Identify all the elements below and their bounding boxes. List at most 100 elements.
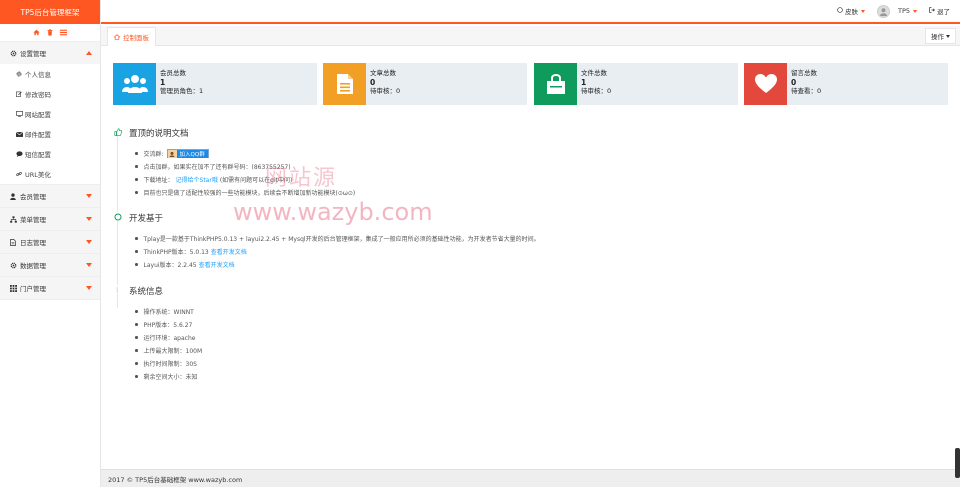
tab-dashboard[interactable]: 控制面板: [107, 27, 156, 46]
bullet: [135, 152, 138, 155]
card-value: 0: [370, 78, 376, 87]
heart-icon: [744, 63, 787, 105]
sidebar-item-label: 个人信息: [25, 71, 51, 79]
bullet: [135, 237, 138, 240]
menu-group-data: 数据管理: [0, 254, 100, 277]
sidebar-item-label: 网站配置: [25, 111, 51, 119]
sidebar-item-profile[interactable]: 个人信息: [0, 64, 100, 84]
list-item: Layui版本：2.2.45 查看开发文档: [135, 258, 540, 271]
caret-down-icon: [946, 34, 950, 38]
qq-icon: [167, 149, 177, 158]
tab-label: 控制面板: [123, 34, 149, 42]
sidebar-toolbar: [0, 24, 100, 42]
sidebar-item-url-rewrite[interactable]: URL美化: [0, 164, 100, 184]
menu-group-portal: 门户管理: [0, 277, 100, 300]
menu-toggle-icon[interactable]: [60, 29, 67, 36]
menu-head-label: 菜单管理: [20, 216, 46, 224]
menu-head-logs[interactable]: 日志管理: [0, 231, 100, 253]
sidebar-item-label: 邮件配置: [25, 131, 51, 139]
operations-label: 操作: [931, 33, 944, 41]
watermark-url: www.wazyb.com: [233, 198, 433, 226]
menu-head-members[interactable]: 会员管理: [0, 185, 100, 207]
skin-menu[interactable]: 皮肤: [837, 6, 865, 16]
menu-head-settings[interactable]: 设置管理: [0, 42, 100, 64]
trash-icon[interactable]: [47, 29, 53, 36]
stat-card-members[interactable]: 会员总数 1 管理员角色：1: [113, 63, 317, 105]
system-info: 执行时间限制：30S: [143, 361, 197, 368]
thinkphp-docs-link[interactable]: 查看开发文档: [211, 247, 247, 256]
list-item: ThinkPHP版本：5.0.13 查看开发文档: [135, 245, 540, 258]
grid-icon: [9, 284, 17, 292]
caret-down-icon: [86, 286, 92, 290]
card-value: 0: [791, 78, 797, 87]
caret-up-icon: [86, 51, 92, 55]
list-item: 操作系统：WINNT: [135, 305, 202, 318]
avatar[interactable]: [876, 4, 890, 18]
list-item: Tplay是一款基于ThinkPHP5.0.13 + layui2.2.45 +…: [135, 232, 540, 245]
footer: 2017 © TP5后台基础框架 www.wazyb.com: [101, 469, 960, 487]
menu-group-logs: 日志管理: [0, 231, 100, 254]
watermark-cn: 网站源: [265, 166, 338, 191]
gear-icon: [9, 50, 17, 57]
comment-icon: [15, 151, 23, 157]
thinkphp-version: ThinkPHP版本：5.0.13: [143, 249, 209, 256]
section-title-system: 系统信息: [129, 287, 164, 297]
caret-down-icon: [86, 194, 92, 198]
sidebar-item-sms-config[interactable]: 短信配置: [0, 144, 100, 164]
logout-button[interactable]: 退了: [929, 6, 950, 16]
sidebar-item-label: URL美化: [25, 171, 51, 179]
sidebar-item-mail-config[interactable]: 邮件配置: [0, 124, 100, 144]
bullet: [135, 165, 138, 168]
user-menu[interactable]: TP5: [876, 4, 917, 18]
list-item: 交流群: 加入QQ群: [135, 147, 355, 160]
sitemap-icon: [9, 215, 17, 223]
join-qq-group-button[interactable]: 加入QQ群: [166, 149, 209, 158]
card-sub: 待审核：0: [581, 87, 612, 95]
stat-card-files[interactable]: 文件总数 1 待审核：0: [534, 63, 738, 105]
bullet: [135, 362, 138, 365]
stat-card-messages[interactable]: 留言总数 0 待查看：0: [744, 63, 948, 105]
menu-head-portal[interactable]: 门户管理: [0, 277, 100, 299]
download-link[interactable]: 记得给个Star哦: [176, 175, 218, 184]
sidebar-item-label: 短信配置: [25, 151, 51, 159]
sidebar-item-password[interactable]: 修改密码: [0, 84, 100, 104]
layui-version: Layui版本：2.2.45: [143, 262, 197, 269]
document-icon: [323, 63, 366, 105]
bullet: [135, 263, 138, 266]
menu-head-menus[interactable]: 菜单管理: [0, 208, 100, 230]
operations-dropdown[interactable]: 操作: [925, 28, 956, 44]
download-label: 下载地址：: [143, 177, 174, 184]
user-name: TP5: [897, 7, 910, 15]
caret-down-icon: [860, 9, 865, 13]
list-item: PHP版本：5.6.27: [135, 318, 202, 331]
layui-docs-link[interactable]: 查看开发文档: [199, 260, 235, 269]
caret-down-icon: [86, 263, 92, 267]
sidebar-item-label: 修改密码: [25, 91, 51, 99]
timeline-line: [117, 136, 118, 308]
sidebar-item-site-config[interactable]: 网站配置: [0, 104, 100, 124]
scrollbar[interactable]: [955, 448, 960, 478]
menu-head-label: 数据管理: [20, 262, 46, 270]
menu-head-data[interactable]: 数据管理: [0, 254, 100, 276]
logout-label: 退了: [937, 8, 950, 16]
stat-card-articles[interactable]: 文章总数 0 待审核：0: [323, 63, 527, 105]
qq-badge-label: 加入QQ群: [176, 149, 208, 158]
tab-bar: 控制面板 操作: [101, 26, 960, 46]
dev-list: Tplay是一款基于ThinkPHP5.0.13 + layui2.2.45 +…: [135, 232, 540, 271]
qq-label: 交流群:: [143, 151, 164, 158]
home-icon[interactable]: [33, 29, 40, 36]
app-logo[interactable]: TP5后台管理框架: [0, 0, 100, 24]
menu-head-label: 会员管理: [20, 193, 46, 201]
card-sub: 管理员角色：1: [160, 87, 204, 95]
caret-down-icon: [86, 217, 92, 221]
database-icon: [9, 262, 17, 269]
envelope-icon: [15, 131, 23, 137]
stat-cards: 会员总数 1 管理员角色：1 文章总数 0 待审核：0 文件总数 1 待审核：0…: [113, 63, 948, 105]
users-icon: [113, 63, 156, 105]
card-sub: 待查看：0: [791, 87, 822, 95]
bullet: [135, 178, 138, 181]
card-sub: 待审核：0: [370, 87, 401, 95]
user-icon: [9, 192, 17, 200]
menu-head-label: 门户管理: [20, 285, 46, 293]
bullet: [135, 375, 138, 378]
